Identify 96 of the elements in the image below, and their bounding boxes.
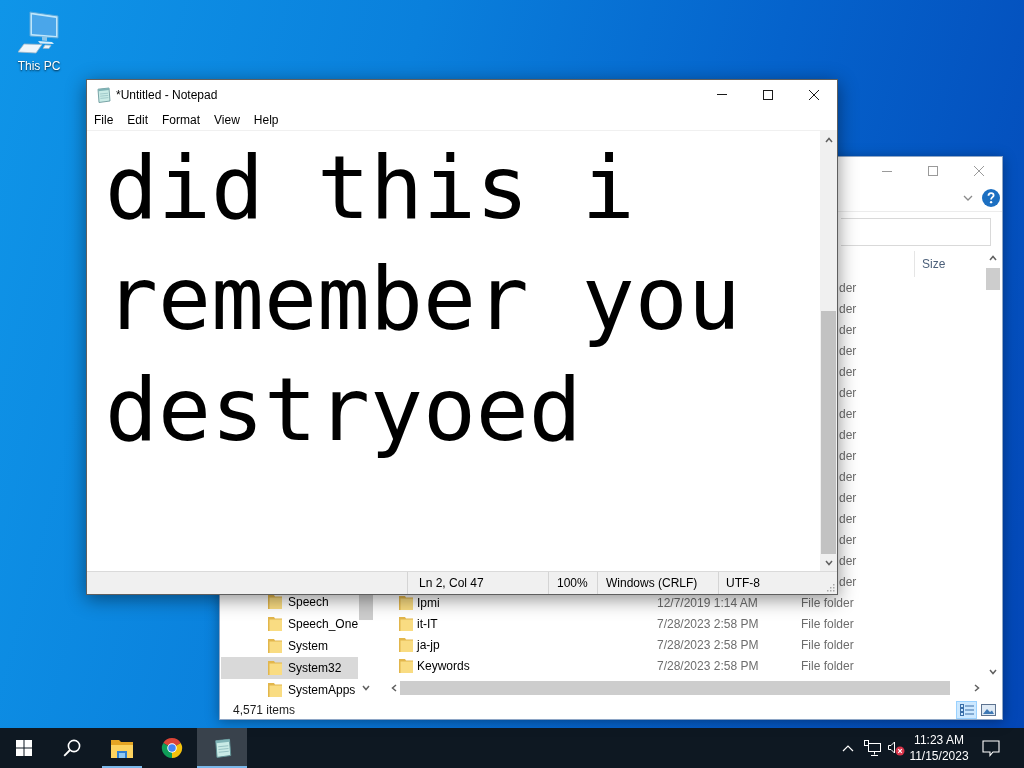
scroll-up-icon[interactable] [989,255,997,261]
view-button[interactable] [978,701,999,719]
scroll-right-icon[interactable] [974,684,980,692]
scroll-left-icon[interactable] [390,684,397,692]
menu-item[interactable]: Help [246,109,286,130]
scrollbar-thumb[interactable] [359,594,373,620]
network-icon [864,740,881,756]
cursor-position: Ln 2, Col 47 [419,575,484,592]
file-type: der [839,363,857,381]
file-type: der [839,321,857,339]
file-type: File folder [801,615,854,633]
scroll-up-icon[interactable] [824,136,833,143]
file-type: File folder [801,636,854,654]
scroll-down-icon[interactable] [362,685,370,691]
windows-logo-icon [16,740,32,756]
browser-icon [161,737,183,759]
encoding: UTF-8 [726,575,760,592]
help-icon[interactable] [982,189,1000,207]
nav-item[interactable]: SystemApps [221,679,358,701]
computer-icon [18,10,60,54]
file-type: File folder [801,657,854,675]
nav-item-label: SystemApps [288,682,356,699]
folder-icon [268,595,282,609]
menu-item[interactable]: Format [155,109,208,130]
folder-icon [399,616,413,631]
file-name[interactable]: ja-jp [417,635,657,654]
menu-item[interactable]: View [207,109,247,130]
folder-icon [268,639,282,653]
folder-icon [111,738,133,758]
view-button[interactable] [956,701,977,719]
resize-grip-icon[interactable] [826,583,835,592]
close-icon [974,166,984,176]
maximize-icon [763,89,773,100]
file-type: der [839,300,857,318]
file-type: der [839,510,857,528]
file-type: der [839,489,857,507]
menu-item[interactable]: File [87,109,121,130]
date-modified: 12/7/2019 1:14 AM [657,594,759,612]
date-modified: 7/28/2023 2:58 PM [657,657,760,675]
minimize-icon [882,170,892,172]
folder-icon [399,637,413,652]
file-type: der [839,342,857,360]
file-name[interactable]: Ipmi [417,593,657,612]
chevron-down-icon[interactable] [963,195,973,201]
file-type: der [839,468,857,486]
file-type: der [839,552,857,570]
notepad-icon [212,738,232,758]
taskbar-button[interactable] [197,728,247,768]
close-icon [809,89,819,100]
clock-time[interactable]: 11:23 AM [914,732,964,748]
thumbnail-view-icon [981,704,996,716]
chevron-up-icon [842,744,854,752]
notepad-icon [95,86,111,103]
file-type: der [839,279,857,297]
folder-icon [399,595,413,610]
file-type: File folder [801,594,854,612]
scroll-down-icon[interactable] [824,559,833,566]
file-type: der [839,426,857,444]
nav-item[interactable]: Speech_One [221,613,358,635]
minimize-icon [717,94,727,95]
scrollbar-thumb[interactable] [821,311,836,554]
details-view-icon [959,704,974,716]
item-count: 4,571 items [233,702,296,719]
nav-item-label: Speech_One [288,616,359,633]
scrollbar-thumb[interactable] [986,268,1000,290]
file-name[interactable]: it-IT [417,614,657,633]
folder-icon [268,683,282,697]
menu-item[interactable]: Edit [120,109,156,130]
folder-icon [268,617,282,631]
file-type: der [839,405,857,423]
search-field[interactable] [841,217,991,246]
nav-item-label: Speech [288,594,329,611]
date-modified: 7/28/2023 2:58 PM [657,615,760,633]
file-type: der [839,447,857,465]
text-editor[interactable]: did this i remember you destryoed [87,131,820,571]
line-ending: Windows (CRLF) [606,575,698,592]
nav-item[interactable]: Speech [221,591,358,613]
nav-item-label: System32 [288,660,342,677]
notification-icon [982,739,1000,757]
maximize-icon [928,166,938,176]
file-type: der [839,531,857,549]
scroll-down-icon[interactable] [989,669,997,675]
clock-date[interactable]: 11/15/2023 [909,748,969,764]
scrollbar-thumb[interactable] [400,681,950,695]
nav-item[interactable]: System [221,635,358,657]
file-type: der [839,573,857,591]
window-title: *Untitled - Notepad [116,86,218,104]
file-name[interactable]: Keywords [417,656,657,675]
date-modified: 7/28/2023 2:58 PM [657,636,760,654]
folder-icon [268,661,282,675]
zoom-level: 100% [557,575,588,592]
file-type: der [839,384,857,402]
nav-item[interactable]: System32 [221,657,358,679]
search-icon [63,739,81,757]
nav-item-label: System [288,638,328,655]
folder-icon [399,658,413,673]
